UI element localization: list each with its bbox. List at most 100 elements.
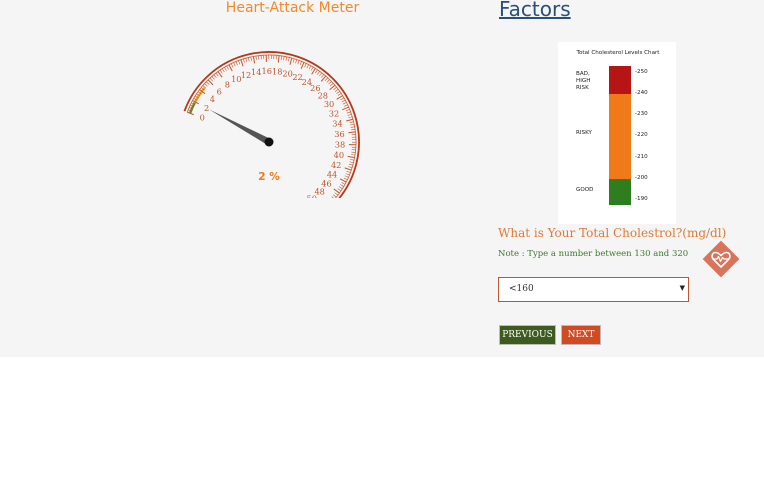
gauge-minor-tick	[334, 89, 339, 92]
gauge-minor-tick	[337, 188, 342, 192]
gauge-minor-tick	[348, 163, 353, 166]
gauge-minor-tick	[345, 109, 350, 112]
meter-title: Heart-Attack Meter	[225, 0, 360, 16]
gauge-minor-tick	[255, 55, 257, 60]
gauge-minor-tick	[349, 121, 354, 123]
gauge-major-tick	[228, 64, 233, 72]
gauge-minor-tick	[348, 116, 353, 119]
gauge-major-tick	[300, 62, 305, 69]
gauge-minor-tick	[215, 72, 219, 77]
chart-scale-label: -200	[635, 175, 648, 181]
gauge-minor-tick	[250, 56, 252, 61]
gauge-tick-label: 2	[204, 103, 209, 113]
gauge-needle-hub	[264, 137, 274, 147]
gauge-minor-tick	[342, 102, 347, 105]
gauge-minor-tick	[224, 67, 227, 71]
gauge-minor-tick	[288, 57, 290, 62]
zone-bad-bar	[609, 66, 631, 94]
gauge-major-tick	[347, 155, 355, 159]
gauge-value-label: 2 %	[258, 171, 280, 183]
gauge-minor-tick	[292, 58, 295, 63]
gauge-minor-tick	[219, 69, 223, 74]
gauge-minor-tick	[331, 196, 334, 198]
gauge-tick-label: 20	[282, 68, 292, 78]
gauge-minor-tick	[230, 63, 234, 68]
select-value: <160	[509, 284, 534, 294]
gauge-minor-tick	[345, 173, 350, 176]
gauge-minor-tick	[235, 61, 238, 66]
gauge-minor-tick	[221, 68, 225, 73]
gauge-major-tick	[348, 131, 356, 134]
gauge-minor-tick	[351, 129, 356, 131]
gauge-tick-label: 6	[217, 86, 222, 96]
gauge-minor-tick	[243, 58, 245, 63]
gauge-minor-tick	[283, 56, 285, 61]
cholesterol-question: What is Your Total Cholestrol?(mg/dl)	[498, 226, 727, 240]
gauge-major-tick	[289, 57, 293, 65]
gauge-minor-tick	[297, 60, 300, 65]
gauge-tick-label: 50	[307, 194, 317, 198]
gauge-minor-tick	[308, 65, 312, 70]
gauge-minor-tick	[245, 58, 248, 63]
gauge-minor-tick	[247, 57, 250, 62]
gauge-minor-tick	[238, 60, 241, 65]
gauge-minor-tick	[280, 55, 282, 60]
chevron-down-icon: ▼	[679, 284, 685, 292]
gauge-minor-tick	[350, 159, 355, 161]
gauge-minor-tick	[206, 81, 210, 85]
gauge-major-tick	[336, 95, 343, 100]
zone-risky-label: RISKY	[576, 130, 593, 136]
gauge-minor-tick	[341, 182, 346, 185]
previous-button[interactable]: PREVIOUS	[499, 325, 556, 345]
gauge-tick-label: 8	[225, 80, 230, 90]
gauge-minor-tick	[213, 74, 217, 78]
gauge-minor-tick	[310, 66, 314, 71]
gauge-tick-label: 0	[200, 113, 205, 123]
gauge-minor-tick	[304, 63, 307, 68]
gauge-minor-tick	[343, 177, 348, 181]
zone-bad-label: BAD, HIGH RISK	[576, 71, 592, 91]
gauge-minor-tick	[211, 76, 215, 80]
heart-badge-button[interactable]	[700, 238, 742, 280]
gauge-needle	[209, 109, 273, 146]
gauge-minor-tick	[226, 65, 229, 70]
gauge-minor-tick	[333, 194, 337, 198]
gauge-tick-label: 38	[335, 139, 345, 149]
gauge-minor-tick	[328, 81, 332, 85]
gauge-major-tick	[344, 167, 352, 171]
gauge-tick-label: 16	[261, 66, 271, 76]
gauge-minor-tick	[336, 91, 340, 94]
gauge-minor-tick	[209, 77, 213, 82]
gauge-tick-label: 34	[332, 118, 342, 128]
gauge-major-tick	[240, 59, 244, 67]
chart-scale-label: -210	[635, 154, 648, 160]
gauge-tick-label: 4	[210, 94, 215, 104]
content-panel: Heart-Attack Meter 0 2 4 6 8 10 12 14 16 18 20 22 24…	[0, 0, 764, 357]
gauge-minor-tick	[341, 99, 346, 103]
gauge-minor-tick	[350, 123, 355, 126]
gauge-minor-tick	[340, 184, 344, 187]
cholesterol-note: Note : Type a number between 130 and 320	[498, 249, 689, 259]
zone-good-bar	[609, 179, 631, 205]
next-button[interactable]: NEXT	[561, 325, 601, 345]
gauge-minor-tick	[338, 186, 343, 190]
gauge-minor-tick	[334, 192, 339, 196]
cholesterol-select[interactable]: <160 ▼	[498, 277, 689, 302]
gauge-minor-tick	[337, 93, 342, 96]
gauge-minor-tick	[330, 83, 334, 87]
zone-risky-bar	[609, 94, 631, 179]
gauge-tick-label: 32	[329, 108, 339, 118]
gauge-minor-tick	[299, 61, 302, 66]
gauge-minor-tick	[346, 170, 351, 173]
gauge-major-tick	[339, 178, 347, 183]
gauge-major-tick	[342, 106, 349, 111]
chart-scale-label: -240	[635, 90, 648, 96]
gauge-minor-tick	[319, 72, 322, 77]
gauge-tick-label: 14	[251, 67, 261, 77]
cholesterol-levels-chart: Total Cholesterol Levels Chart BAD, HIGH…	[558, 42, 676, 224]
factors-heading[interactable]: Factors	[499, 0, 571, 21]
gauge-minor-tick	[326, 79, 330, 83]
gauge-minor-tick	[344, 175, 349, 178]
gauge-minor-tick	[333, 86, 337, 90]
gauge-minor-tick	[324, 77, 328, 81]
